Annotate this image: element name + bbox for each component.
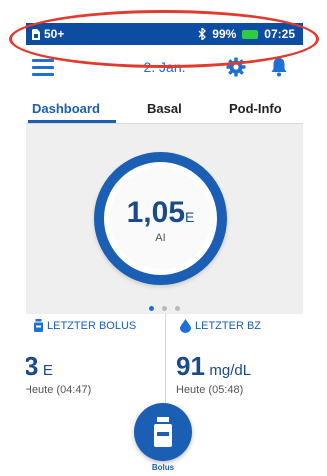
insulin-vial-icon: [34, 319, 43, 332]
last-bolus-number: 3: [26, 351, 39, 381]
top-bar: 2. Jan.: [26, 45, 303, 93]
bluetooth-icon: [198, 28, 207, 40]
battery-percent: 99%: [212, 27, 237, 41]
page-dot-2[interactable]: [162, 306, 167, 311]
battery-icon: [242, 29, 259, 39]
gauge-value: 1,05E: [104, 196, 217, 230]
bolus-button[interactable]: [134, 403, 192, 461]
last-bg-unit: mg/dL: [209, 362, 252, 379]
header-date: 2. Jan.: [143, 59, 186, 75]
gauge-value-number: 1,05: [126, 196, 186, 229]
page-dot-1[interactable]: [149, 306, 154, 311]
last-bolus-value: 3 E: [26, 351, 53, 382]
insulin-gauge-ring[interactable]: 1,05E AI: [94, 152, 227, 285]
last-bolus-time: Heute (04:47): [26, 384, 92, 396]
status-time: 07:25: [264, 27, 295, 41]
insulin-vial-icon: [154, 417, 172, 447]
last-bolus-title: LETZTER BOLUS: [47, 319, 137, 332]
bolus-button-label[interactable]: Bolus: [134, 463, 192, 472]
tab-basal[interactable]: Basal: [147, 101, 182, 116]
last-bg-title: LETZTER BZ: [195, 320, 262, 332]
gear-icon[interactable]: [226, 57, 246, 77]
last-bg-time: Heute (05:48): [176, 384, 244, 396]
blood-drop-icon: [180, 319, 191, 333]
bell-icon[interactable]: [270, 57, 288, 77]
page-dot-3[interactable]: [175, 306, 180, 311]
status-left-text: 50+: [44, 27, 65, 41]
insulin-gauge-area: 1,05E AI: [26, 124, 303, 314]
tab-pod-info[interactable]: Pod-Info: [229, 101, 282, 116]
tab-bar: Dashboard Basal Pod-Info: [26, 95, 303, 124]
last-bg-value: 91 mg/dL: [176, 351, 251, 382]
tab-dashboard[interactable]: Dashboard: [32, 101, 100, 116]
phone-screen: 50+ 99% 07:25 2. Jan. Dashboard Basal Po…: [26, 23, 303, 476]
status-bar: 50+ 99% 07:25: [26, 23, 303, 45]
last-bg-number: 91: [176, 351, 205, 381]
last-bolus-unit: E: [42, 362, 53, 379]
gauge-label: AI: [155, 232, 166, 244]
sim-icon: [32, 28, 40, 40]
gauge-value-unit: E: [185, 209, 195, 225]
status-left: 50+: [32, 27, 64, 41]
last-bg-header: LETZTER BZ: [180, 319, 261, 333]
status-right: 99% 07:25: [198, 27, 295, 41]
last-bolus-header: LETZTER BOLUS: [34, 319, 136, 332]
active-tab-indicator: [28, 120, 116, 123]
last-bolus-panel: LETZTER BOLUS 3 E Heute (04:47): [26, 313, 164, 413]
last-bg-panel: LETZTER BZ 91 mg/dL Heute (05:48): [165, 313, 303, 413]
